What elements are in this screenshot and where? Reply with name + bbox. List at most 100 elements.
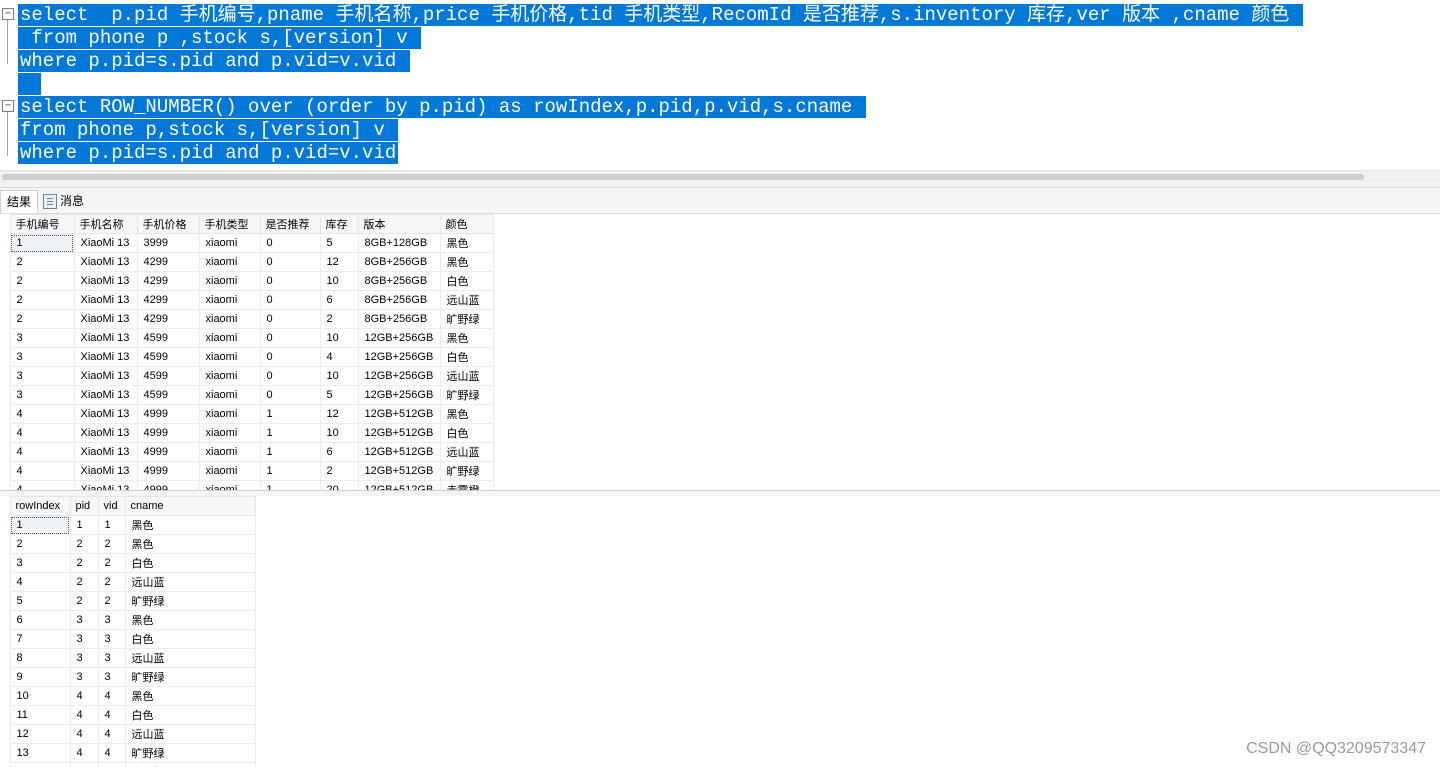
table-cell[interactable]: 8GB+256GB bbox=[357, 252, 441, 272]
row-header[interactable] bbox=[0, 515, 10, 535]
row-header[interactable] bbox=[0, 233, 10, 253]
row-header[interactable] bbox=[0, 366, 10, 386]
table-cell[interactable]: 黑色 bbox=[124, 686, 256, 706]
table-cell[interactable]: 3 bbox=[69, 629, 99, 649]
table-row[interactable]: 1 XiaoMi 13 3999 xiaomi 0 5 8GB+128GB 黑色 bbox=[0, 233, 494, 253]
table-cell[interactable]: 4 bbox=[69, 724, 99, 744]
row-header[interactable] bbox=[0, 591, 10, 611]
table-row[interactable]: 3 XiaoMi 13 4599 xiaomi 0 10 12GB+256GB 黑色 bbox=[0, 328, 494, 348]
table-cell[interactable]: 6 bbox=[9, 610, 71, 630]
table-cell[interactable]: 1 bbox=[9, 233, 75, 253]
table-cell[interactable]: 白色 bbox=[439, 423, 494, 443]
table-cell[interactable]: 4 bbox=[9, 423, 75, 443]
table-cell[interactable]: XiaoMi 13 bbox=[73, 461, 138, 481]
column-header[interactable]: 手机编号 bbox=[9, 214, 75, 234]
table-cell[interactable]: XiaoMi 13 bbox=[73, 366, 138, 386]
table-cell[interactable]: 远山蓝 bbox=[439, 366, 494, 386]
table-cell[interactable]: 4999 bbox=[136, 480, 200, 490]
column-header[interactable]: pid bbox=[69, 496, 99, 516]
table-cell[interactable]: 10 bbox=[9, 686, 71, 706]
column-header[interactable]: cname bbox=[124, 496, 256, 516]
table-cell[interactable]: 4 bbox=[69, 686, 99, 706]
table-cell[interactable]: 旷野绿 bbox=[124, 667, 256, 687]
table-cell[interactable]: 4299 bbox=[136, 290, 200, 310]
table-cell[interactable]: 黑色 bbox=[124, 534, 256, 554]
table-cell[interactable]: 3 bbox=[69, 610, 99, 630]
column-header[interactable]: 库存 bbox=[319, 214, 359, 234]
table-cell[interactable]: 8 bbox=[9, 648, 71, 668]
table-cell[interactable]: 1 bbox=[69, 515, 99, 535]
table-cell[interactable]: 4 bbox=[97, 762, 126, 767]
row-header[interactable] bbox=[0, 667, 10, 687]
table-cell[interactable]: 远山蓝 bbox=[124, 572, 256, 592]
column-header[interactable]: 是否推荐 bbox=[259, 214, 321, 234]
table-cell[interactable]: 2 bbox=[9, 309, 75, 329]
table-row[interactable]: 8 3 3 远山蓝 bbox=[0, 648, 256, 668]
table-cell[interactable]: 1 bbox=[9, 515, 71, 535]
table-cell[interactable]: 旷野绿 bbox=[124, 743, 256, 763]
table-cell[interactable]: 4599 bbox=[136, 328, 200, 348]
row-header[interactable] bbox=[0, 404, 10, 424]
table-cell[interactable]: 赤霞橙 bbox=[439, 480, 494, 490]
table-cell[interactable]: xiaomi bbox=[198, 252, 261, 272]
table-cell[interactable]: XiaoMi 13 bbox=[73, 290, 138, 310]
table-cell[interactable]: 8GB+256GB bbox=[357, 271, 441, 291]
table-cell[interactable]: 黑色 bbox=[439, 328, 494, 348]
table-cell[interactable]: xiaomi bbox=[198, 290, 261, 310]
table-cell[interactable]: 黑色 bbox=[124, 515, 256, 535]
table-row[interactable]: 4 2 2 远山蓝 bbox=[0, 572, 256, 592]
table-cell[interactable]: 12 bbox=[9, 724, 71, 744]
results-grid-2[interactable]: rowIndex pid vid cname 1 1 1 黑色 2 2 2 黑色 3 2 2 白色 4 2 2 远山… bbox=[0, 496, 1440, 767]
table-row[interactable]: 9 3 3 旷野绿 bbox=[0, 667, 256, 687]
table-cell[interactable]: 3 bbox=[9, 553, 71, 573]
table-cell[interactable]: XiaoMi 13 bbox=[73, 271, 138, 291]
table-row[interactable]: 4 XiaoMi 13 4999 xiaomi 1 2 12GB+512GB 旷野绿 bbox=[0, 461, 494, 481]
row-header[interactable] bbox=[0, 347, 10, 367]
table-cell[interactable]: 12GB+256GB bbox=[357, 385, 441, 405]
table-cell[interactable]: 10 bbox=[319, 328, 359, 348]
table-row[interactable]: 4 XiaoMi 13 4999 xiaomi 1 12 12GB+512GB 黑色 bbox=[0, 404, 494, 424]
row-header[interactable] bbox=[0, 442, 10, 462]
row-header[interactable] bbox=[0, 648, 10, 668]
table-cell[interactable]: xiaomi bbox=[198, 347, 261, 367]
table-row[interactable]: 3 XiaoMi 13 4599 xiaomi 0 5 12GB+256GB 旷野绿 bbox=[0, 385, 494, 405]
table-cell[interactable]: 4299 bbox=[136, 252, 200, 272]
table-row[interactable]: 3 2 2 白色 bbox=[0, 553, 256, 573]
table-cell[interactable]: 2 bbox=[69, 534, 99, 554]
collapse-icon[interactable]: − bbox=[2, 100, 14, 112]
table-cell[interactable]: 14 bbox=[9, 762, 71, 767]
table-row[interactable]: 2 XiaoMi 13 4299 xiaomi 0 12 8GB+256GB 黑色 bbox=[0, 252, 494, 272]
table-cell[interactable]: 4 bbox=[97, 705, 126, 725]
table-cell[interactable]: 1 bbox=[97, 515, 126, 535]
table-cell[interactable]: 12GB+512GB bbox=[357, 461, 441, 481]
table-cell[interactable]: 4 bbox=[9, 404, 75, 424]
scrollbar-thumb[interactable] bbox=[2, 174, 1364, 180]
table-cell[interactable]: 3 bbox=[97, 667, 126, 687]
table-cell[interactable]: 4999 bbox=[136, 404, 200, 424]
table-cell[interactable]: 旷野绿 bbox=[124, 591, 256, 611]
table-cell[interactable]: 2 bbox=[9, 534, 71, 554]
table-cell[interactable]: xiaomi bbox=[198, 404, 261, 424]
table-cell[interactable]: 2 bbox=[97, 572, 126, 592]
table-cell[interactable]: 2 bbox=[9, 290, 75, 310]
table-cell[interactable]: 0 bbox=[259, 309, 321, 329]
table-row[interactable]: 7 3 3 白色 bbox=[0, 629, 256, 649]
row-header[interactable] bbox=[0, 686, 10, 706]
table-cell[interactable]: 4599 bbox=[136, 385, 200, 405]
row-header[interactable] bbox=[0, 461, 10, 481]
table-cell[interactable]: 6 bbox=[319, 290, 359, 310]
table-cell[interactable]: 3 bbox=[69, 667, 99, 687]
table-cell[interactable]: 3 bbox=[97, 648, 126, 668]
table-cell[interactable]: XiaoMi 13 bbox=[73, 385, 138, 405]
table-cell[interactable]: 2 bbox=[9, 271, 75, 291]
table-cell[interactable]: 黑色 bbox=[124, 610, 256, 630]
table-cell[interactable]: 0 bbox=[259, 271, 321, 291]
table-cell[interactable]: 0 bbox=[259, 290, 321, 310]
table-cell[interactable]: 12 bbox=[319, 252, 359, 272]
editor-horizontal-scrollbar[interactable] bbox=[0, 170, 1440, 183]
column-header[interactable]: 手机名称 bbox=[73, 214, 138, 234]
table-cell[interactable]: 白色 bbox=[439, 347, 494, 367]
table-cell[interactable]: 12GB+512GB bbox=[357, 442, 441, 462]
table-cell[interactable]: 1 bbox=[259, 404, 321, 424]
table-row[interactable]: 2 XiaoMi 13 4299 xiaomi 0 10 8GB+256GB 白色 bbox=[0, 271, 494, 291]
